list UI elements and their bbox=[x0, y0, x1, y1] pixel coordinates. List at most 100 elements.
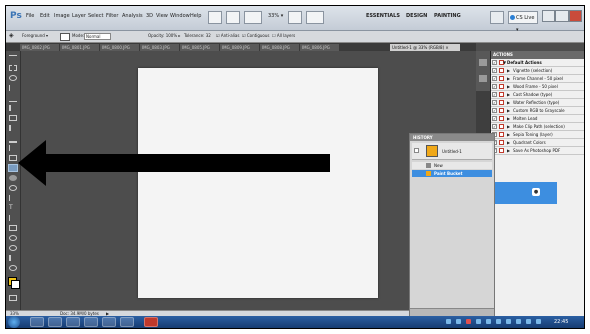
pen-tool-icon[interactable] bbox=[9, 195, 18, 201]
menu-3d[interactable]: 3D bbox=[146, 13, 153, 19]
dialog-toggle-icon[interactable] bbox=[499, 124, 504, 129]
healing-brush-tool-icon[interactable] bbox=[9, 115, 17, 121]
hand-tool-icon[interactable] bbox=[9, 255, 19, 261]
launch-bridge-button[interactable] bbox=[208, 11, 222, 24]
action-row[interactable]: ✓ ▶ Custom RGB to Grayscale bbox=[491, 107, 584, 115]
dialog-toggle-icon[interactable] bbox=[499, 76, 504, 81]
action-row[interactable]: ✓ ▶ Make Clip Path (selection) bbox=[491, 123, 584, 131]
zoom-level-dropdown[interactable]: 33% ▾ bbox=[268, 13, 283, 19]
taskbar-app-icon[interactable] bbox=[102, 317, 116, 327]
action-toggle-checkbox[interactable]: ✓ bbox=[492, 92, 497, 97]
clone-stamp-tool-icon[interactable] bbox=[9, 135, 17, 143]
taskbar-app-icon[interactable] bbox=[48, 317, 62, 327]
action-row[interactable]: ✓ ▶ Wood Frame - 50 pixel bbox=[491, 83, 584, 91]
menu-analysis[interactable]: Analysis bbox=[122, 13, 143, 19]
maximize-button[interactable] bbox=[555, 10, 569, 22]
expand-triangle-icon[interactable]: ▶ bbox=[507, 75, 510, 82]
action-row[interactable]: ✓ ▶ Molten Lead bbox=[491, 115, 584, 123]
workspace-more-button[interactable] bbox=[490, 11, 504, 24]
launch-mini-bridge-button[interactable] bbox=[226, 11, 240, 24]
tab-active-document[interactable]: Untitled-1 @ 33% (RGB/8) × bbox=[390, 44, 460, 51]
all-layers-checkbox[interactable]: ☐ All layers bbox=[272, 33, 295, 38]
menu-select[interactable]: Select bbox=[88, 13, 103, 19]
document-canvas[interactable] bbox=[138, 68, 378, 298]
tray-icon[interactable] bbox=[446, 319, 451, 324]
tray-icon[interactable] bbox=[486, 319, 491, 324]
taskbar-photoshop-icon[interactable] bbox=[144, 317, 158, 327]
expand-triangle-icon[interactable]: ▶ bbox=[507, 123, 510, 130]
close-button[interactable] bbox=[568, 10, 582, 22]
workspace-painting[interactable]: PAINTING bbox=[434, 13, 461, 19]
expand-triangle-icon[interactable]: ▶ bbox=[507, 99, 510, 106]
taskbar-app-icon[interactable] bbox=[84, 317, 98, 327]
action-toggle-checkbox[interactable]: ✓ bbox=[492, 108, 497, 113]
dialog-toggle-icon[interactable] bbox=[499, 148, 504, 153]
dialog-toggle-icon[interactable] bbox=[499, 132, 504, 137]
menu-help[interactable]: Help bbox=[190, 13, 201, 19]
expand-triangle-icon[interactable]: ▶ bbox=[507, 139, 510, 146]
tray-icon[interactable] bbox=[536, 319, 541, 324]
tolerance-field[interactable]: Tolerance: 32 bbox=[184, 33, 211, 38]
marquee-tool-icon[interactable] bbox=[9, 65, 17, 71]
contiguous-checkbox[interactable]: ☑ Contiguous bbox=[242, 33, 269, 38]
history-panel-title-bar[interactable]: HISTORY bbox=[410, 134, 494, 141]
crop-tool-icon[interactable] bbox=[9, 95, 17, 102]
cs-live-button[interactable]: CS Live ▾ bbox=[508, 11, 538, 33]
action-toggle-checkbox[interactable]: ✓ bbox=[492, 100, 497, 105]
dialog-toggle-icon[interactable] bbox=[499, 108, 504, 113]
action-toggle-checkbox[interactable]: ✓ bbox=[492, 68, 497, 73]
quick-mask-icon[interactable] bbox=[9, 295, 17, 301]
action-toggle-checkbox[interactable]: ✓ bbox=[492, 84, 497, 89]
tab-document[interactable]: IMG_0803.JPG bbox=[140, 44, 179, 51]
tray-icon[interactable] bbox=[466, 319, 471, 324]
history-step-selected[interactable]: Paint Bucket bbox=[412, 170, 492, 177]
paint-bucket-icon[interactable]: ◈ bbox=[9, 32, 14, 39]
tray-icon[interactable] bbox=[506, 319, 511, 324]
action-toggle-checkbox[interactable]: ✓ bbox=[492, 76, 497, 81]
tray-icon[interactable] bbox=[456, 319, 461, 324]
3d-rotate-tool-icon[interactable] bbox=[9, 235, 17, 241]
screen-mode-button[interactable] bbox=[306, 11, 324, 24]
snapshot-source-checkbox[interactable] bbox=[414, 148, 419, 153]
tray-icon[interactable] bbox=[476, 319, 481, 324]
3d-orbit-tool-icon[interactable] bbox=[9, 245, 17, 251]
eyedropper-tool-icon[interactable] bbox=[9, 105, 19, 111]
history-step[interactable]: New bbox=[412, 162, 492, 169]
mode-dropdown[interactable]: Normal bbox=[84, 33, 112, 40]
history-brush-tool-icon[interactable] bbox=[9, 145, 18, 151]
expand-triangle-icon[interactable]: ▶ bbox=[507, 115, 510, 122]
dialog-toggle-icon[interactable] bbox=[499, 116, 504, 121]
quick-selection-tool-icon[interactable] bbox=[9, 85, 18, 91]
tab-document[interactable]: IMG_0809.JPG bbox=[220, 44, 259, 51]
shape-tool-icon[interactable] bbox=[9, 225, 17, 231]
menu-filter[interactable]: Filter bbox=[106, 13, 118, 19]
type-tool-icon[interactable]: T bbox=[9, 205, 17, 211]
tray-icon[interactable] bbox=[526, 319, 531, 324]
tab-document[interactable]: IMG_0805.JPG bbox=[180, 44, 219, 51]
tray-icon[interactable] bbox=[516, 319, 521, 324]
action-row[interactable]: ✓ ▶ Frame Channel - 50 pixel bbox=[491, 75, 584, 83]
menu-view[interactable]: View bbox=[156, 13, 168, 19]
dialog-toggle-icon[interactable] bbox=[499, 100, 504, 105]
taskbar-app-icon[interactable] bbox=[30, 317, 44, 327]
action-row[interactable]: ✓ ▶ Sepia Toning (layer) bbox=[491, 131, 584, 139]
zoom-tool-icon[interactable] bbox=[9, 265, 17, 271]
action-toggle-checkbox[interactable]: ✓ bbox=[492, 116, 497, 121]
panel-options-icon[interactable]: ● bbox=[532, 188, 540, 196]
taskbar-app-icon[interactable] bbox=[120, 317, 134, 327]
tab-document[interactable]: IMG_0800.JPG bbox=[100, 44, 139, 51]
action-row[interactable]: ✓ ▶ Quadrant Colors bbox=[491, 139, 584, 147]
menu-edit[interactable]: Edit bbox=[40, 13, 50, 19]
dialog-toggle-icon[interactable] bbox=[499, 84, 504, 89]
dialog-toggle-icon[interactable] bbox=[499, 68, 504, 73]
action-row[interactable]: ✓ ▶ Cast Shadow (type) bbox=[491, 91, 584, 99]
brush-tool-icon[interactable] bbox=[9, 125, 19, 131]
expand-triangle-icon[interactable]: ▶ bbox=[507, 131, 510, 138]
opacity-field[interactable]: Opacity: 100% ▸ bbox=[148, 33, 180, 38]
tab-document[interactable]: IMG_0806.JPG bbox=[300, 44, 339, 51]
paint-bucket-tool-icon[interactable] bbox=[8, 164, 18, 172]
tray-icon[interactable] bbox=[496, 319, 501, 324]
panel-icon[interactable] bbox=[479, 59, 487, 66]
menu-image[interactable]: Image bbox=[54, 13, 70, 19]
menu-layer[interactable]: Layer bbox=[72, 13, 86, 19]
